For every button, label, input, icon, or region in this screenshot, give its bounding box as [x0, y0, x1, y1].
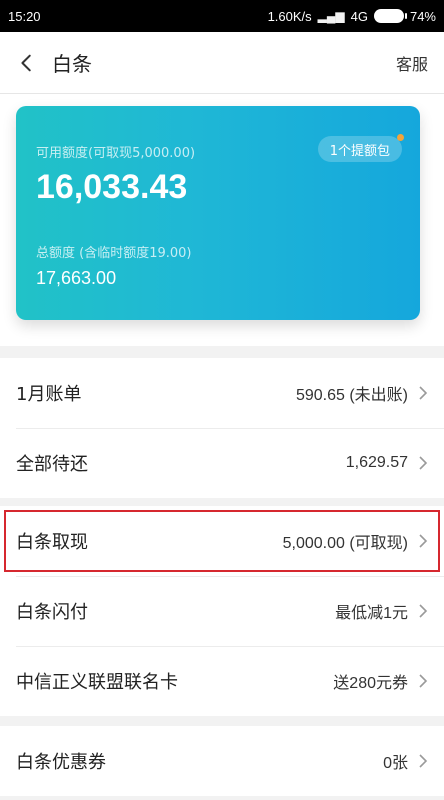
chevron-right-icon	[419, 456, 428, 470]
row-value: 590.65 (未出账)	[295, 387, 408, 404]
row-right: 5,000.00 (可取现)	[283, 529, 428, 553]
row-right: 最低减1元	[335, 599, 428, 623]
row-title: 白条取现	[16, 532, 88, 553]
network-type: 4G	[350, 8, 368, 24]
available-label: 可用额度(可取现5,000.00)	[36, 146, 196, 161]
row-title: 白条闪付	[16, 602, 88, 623]
row-right: 1,629.57	[346, 454, 428, 472]
status-time: 15:20	[8, 8, 41, 24]
co-branded-card-row[interactable]: 中信正义联盟联名卡 送280元券	[0, 646, 444, 716]
notification-dot-icon	[397, 134, 404, 141]
bill-row[interactable]: 1月账单 590.65 (未出账)	[0, 358, 444, 428]
back-arrow-icon[interactable]	[16, 52, 38, 74]
customer-service-button[interactable]: 客服	[396, 51, 428, 75]
chevron-right-icon	[419, 534, 428, 548]
row-title: 白条优惠券	[16, 752, 106, 773]
total-label: 总额度 (含临时额度19.00)	[36, 246, 192, 261]
promo-pill[interactable]: 1个提额包	[317, 134, 404, 162]
list-group-coupons: 白条优惠券 0张	[0, 726, 444, 796]
chevron-right-icon	[419, 386, 428, 400]
row-value: 5,000.00 (可取现)	[282, 535, 408, 552]
row-value: 1,629.57	[345, 454, 408, 471]
total-amount: 17,663.00	[36, 268, 117, 288]
chevron-right-icon	[419, 754, 428, 768]
page-title: 白条	[52, 52, 92, 76]
back-and-title: 白条	[16, 48, 92, 77]
row-value: 0张	[383, 755, 408, 772]
row-right: 0张	[383, 749, 428, 773]
quick-pay-row[interactable]: 白条闪付 最低减1元	[0, 576, 444, 646]
card-area: 可用额度(可取现5,000.00) 16,033.43 1个提额包 总额度 (含…	[0, 94, 444, 346]
cash-withdraw-row[interactable]: 白条取现 5,000.00 (可取现)	[0, 506, 444, 576]
row-title: 全部待还	[16, 454, 88, 475]
battery-icon	[373, 9, 407, 23]
network-speed: 1.60K/s	[267, 8, 312, 24]
list-group-bills: 1月账单 590.65 (未出账) 全部待还 1,629.57	[0, 358, 444, 498]
row-right: 590.65 (未出账)	[296, 381, 428, 405]
row-title: 中信正义联盟联名卡	[16, 672, 178, 693]
chevron-right-icon	[419, 604, 428, 618]
available-amount: 16,033.43	[36, 168, 188, 206]
header: 白条 客服	[0, 32, 444, 94]
coupon-row[interactable]: 白条优惠券 0张	[0, 726, 444, 796]
row-value: 送280元券	[333, 675, 408, 692]
row-right: 送280元券	[333, 669, 428, 693]
signal-icon: ▂▄▆	[317, 9, 345, 23]
credit-card: 可用额度(可取现5,000.00) 16,033.43 1个提额包 总额度 (含…	[16, 106, 420, 320]
status-right: 1.60K/s ▂▄▆ 4G 74%	[268, 9, 436, 24]
promo-pill-label: 1个提额包	[329, 143, 390, 159]
chevron-right-icon	[419, 674, 428, 688]
row-title: 1月账单	[16, 384, 82, 405]
list-group-services: 白条取现 5,000.00 (可取现) 白条闪付 最低减1元 中信正义联盟联名卡…	[0, 506, 444, 716]
battery-percent: 74%	[409, 8, 436, 24]
pending-repay-row[interactable]: 全部待还 1,629.57	[0, 428, 444, 498]
status-bar: 15:20 1.60K/s ▂▄▆ 4G 74%	[0, 0, 444, 32]
row-value: 最低减1元	[335, 605, 408, 622]
